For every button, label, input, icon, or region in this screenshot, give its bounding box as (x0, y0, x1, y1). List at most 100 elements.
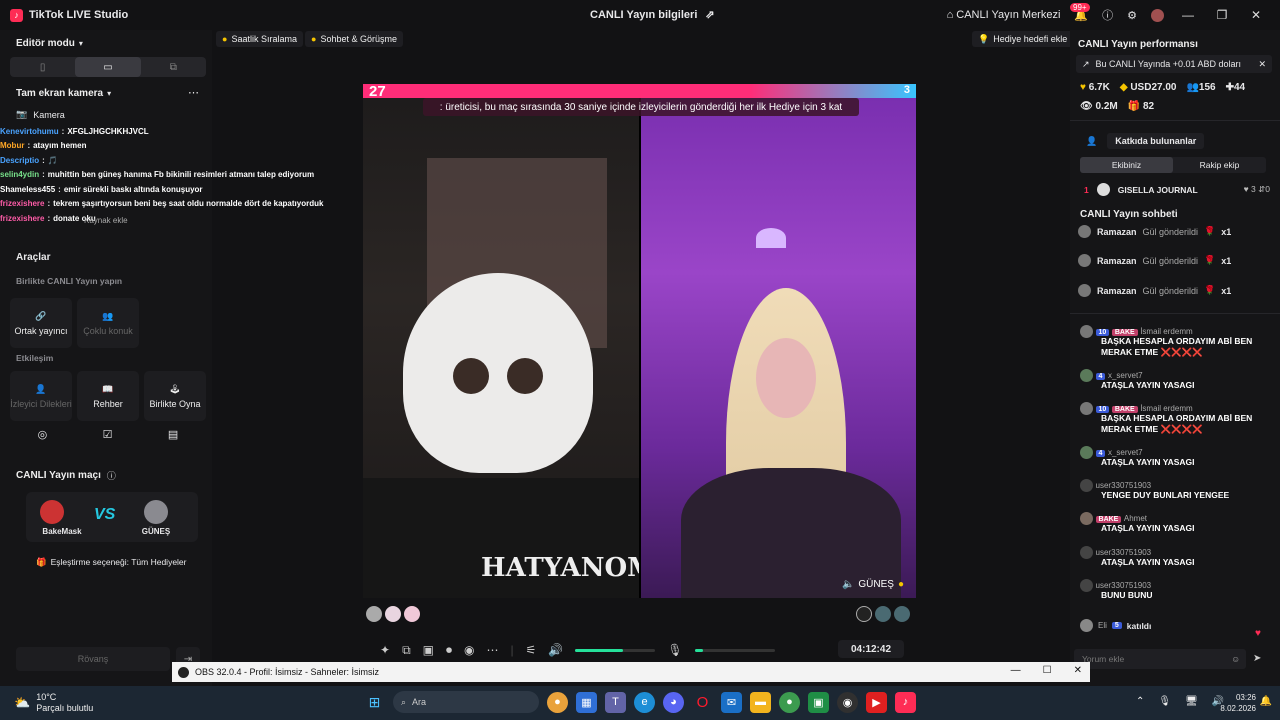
tab-our-team[interactable]: Ekibiniz (1080, 157, 1173, 173)
camera-source-item[interactable]: 📷 Kamera (16, 109, 65, 120)
terminal-icon[interactable]: ▣ (808, 691, 829, 713)
network-icon[interactable]: 🖥 (1185, 696, 1198, 707)
editor-mode-label: Editör modu (16, 38, 75, 49)
emoji-icon[interactable]: ☺ (1231, 654, 1240, 664)
obs-app-icon[interactable]: ◉ (837, 691, 858, 713)
score-right: 3 (903, 84, 910, 96)
chevron-up-icon[interactable]: ⌃ (1136, 696, 1144, 707)
user-settings-icon[interactable]: 👤 (1086, 136, 1097, 147)
more-options-icon[interactable]: ⋯ (188, 86, 199, 99)
speaker-icon[interactable]: 🔈 (842, 579, 854, 590)
checklist-icon[interactable]: ☑ (103, 428, 113, 452)
help-icon[interactable]: ⓘ (1102, 7, 1113, 23)
chat-message[interactable]: 10 BAKE İsmail erdemm BAŞKA HESAPLA ORDA… (1080, 325, 1266, 358)
landscape-mode-icon[interactable]: ▭ (75, 57, 141, 77)
notifications-icon[interactable]: 🔔 (1260, 696, 1272, 707)
earnings-promo[interactable]: ↗ Bu CANLI Yayında +0.01 ABD doları ✕ (1076, 55, 1272, 73)
volume-icon[interactable]: 🔊 (548, 643, 563, 657)
minimize-button[interactable]: — (1178, 8, 1198, 22)
obs-window-titlebar[interactable]: OBS 32.0.4 - Profil: İsimsiz - Sahneler:… (172, 662, 1090, 682)
record-icon[interactable]: ⏺ (446, 643, 452, 658)
mic-slider[interactable] (694, 648, 775, 652)
play-together-button[interactable]: 🕹 Birlikte Oyna (144, 371, 206, 421)
gift-goal-chip[interactable]: 💡 Hediye hedefi ekle (972, 31, 1074, 47)
tiktok-app-icon[interactable]: ♪ (895, 691, 916, 713)
chrome-profile-icon[interactable]: ● (779, 691, 800, 713)
chat-message[interactable]: 4 x_servet7 ATAŞLA YAYIN YASAGI (1080, 369, 1266, 391)
teams-icon[interactable]: T (605, 691, 626, 713)
obs-close-button[interactable]: ✕ (1074, 665, 1082, 676)
file-explorer-icon[interactable]: ▬ (750, 691, 771, 713)
chat-message[interactable]: user330751903 YENGE DUY BUNLARI YENGEE (1080, 479, 1266, 501)
obs-title: OBS 32.0.4 - Profil: İsimsiz - Sahneler:… (195, 667, 380, 677)
camera-switch-icon[interactable]: ◉ (464, 643, 474, 657)
chat-message[interactable]: user330751903 BUNU BUNU (1080, 579, 1266, 601)
cohost-button[interactable]: 🔗 Ortak yayıncı (10, 298, 72, 348)
inbox-icon[interactable]: ▤ (168, 428, 178, 452)
contributors-row[interactable]: 👤 Katkıda bulunanlar (1086, 133, 1205, 149)
start-windows-icon[interactable]: ⊞ (364, 692, 385, 713)
supporter-avatar[interactable] (856, 606, 872, 622)
send-icon[interactable]: ➤ (1253, 653, 1261, 664)
microphone-icon[interactable]: 🎙 (1158, 696, 1171, 707)
orientation-switch[interactable]: ▯ ▭ ⧉ (10, 57, 206, 77)
live-center-button[interactable]: ⌂ CANLI Yayın Merkezi (947, 9, 1061, 21)
supporter-avatar[interactable] (385, 606, 401, 622)
microphone-icon[interactable]: 🎙 (667, 643, 682, 657)
target-icon[interactable]: ◎ (38, 428, 48, 452)
supporter-avatar[interactable] (366, 606, 382, 622)
live-preview[interactable]: HATYANOM 🔈 GÜNEŞ ● 27 3 : üreticisi, bu … (363, 84, 916, 598)
screen-icon[interactable]: ▣ (423, 643, 434, 657)
editor-mode-dropdown[interactable]: Editör modu ▾ (16, 38, 83, 49)
obs-maximize-button[interactable]: ☐ (1043, 665, 1052, 676)
settings-gear-icon[interactable]: ⚙ (1127, 9, 1137, 22)
chat-message[interactable]: 10 BAKE İsmail erdemm BAŞKA HESAPLA ORDA… (1080, 402, 1266, 435)
volume-fill (575, 648, 624, 652)
chat-message[interactable]: user330751903 ATAŞLA YAYIN YASAGI (1080, 546, 1266, 568)
rematch-button[interactable]: Rövanş (16, 647, 170, 671)
comment-input[interactable]: Yorum ekle ☺ (1074, 649, 1246, 669)
match-card[interactable]: BakeMask VS GÜNEŞ (26, 492, 198, 542)
top-contributor-row[interactable]: 1 GISELLA JOURNAL ♥ 3 ⇵0 (1084, 183, 1270, 196)
layout-icon[interactable]: ⧉ (402, 643, 411, 658)
supporter-avatar[interactable] (875, 606, 891, 622)
discord-icon[interactable]: ◕ (663, 691, 684, 713)
edge-icon[interactable]: e (634, 691, 655, 713)
chat-call-chip[interactable]: ● Sohbet & Görüşme (305, 31, 403, 47)
taskbar-search[interactable]: ⌕ Ara (393, 691, 539, 713)
sliders-icon[interactable]: ⚟ (526, 643, 537, 657)
level-badge: 5 (1111, 622, 1122, 629)
rotate-mode-icon[interactable]: ⧉ (141, 57, 206, 77)
supporter-avatar[interactable] (894, 606, 910, 622)
match-option[interactable]: 🎁 Eşleştirme seçeneği: Tüm Hediyeler (36, 557, 187, 568)
hourly-ranking-chip[interactable]: ● Saatlik Sıralama (216, 31, 303, 47)
viewer-requests-button[interactable]: 👤 İzleyici Dilekleri (10, 371, 72, 421)
profile-avatar[interactable] (1151, 8, 1164, 22)
system-clock[interactable]: 03:26 8.02.2026 (1220, 692, 1256, 714)
supporter-avatar[interactable] (404, 606, 420, 622)
volume-slider[interactable] (575, 648, 656, 652)
left-supporters (366, 606, 420, 622)
obs-minimize-button[interactable]: — (1011, 665, 1021, 676)
tab-opponent-team[interactable]: Rakip ekip (1173, 157, 1266, 173)
more-icon[interactable]: ⋯ (486, 643, 498, 657)
weather-widget[interactable]: ⛅ 10°C Parçalı bulutlu (14, 692, 93, 714)
camera-section-dropdown[interactable]: Tam ekran kamera ▾ (16, 88, 111, 99)
chrome-icon[interactable]: ● (547, 691, 568, 713)
store-icon[interactable]: ▦ (576, 691, 597, 713)
guide-button[interactable]: 📖 Rehber (77, 371, 139, 421)
youtube-icon[interactable]: ▶ (866, 691, 887, 713)
portrait-mode-icon[interactable]: ▯ (10, 57, 75, 77)
close-icon[interactable]: ✕ (1258, 59, 1266, 70)
live-info-button[interactable]: CANLI Yayın bilgileri ⇗ (590, 8, 715, 22)
maximize-button[interactable]: ❐ (1212, 8, 1232, 22)
contributors-button[interactable]: Katkıda bulunanlar (1107, 133, 1205, 149)
help-icon[interactable]: ⓘ (107, 469, 116, 482)
mail-icon[interactable]: ✉ (721, 691, 742, 713)
opera-icon[interactable]: O (692, 692, 713, 713)
chat-message[interactable]: 4 x_servet7 ATAŞLA YAYIN YASAGI (1080, 446, 1266, 468)
close-button[interactable]: ✕ (1246, 8, 1266, 22)
multi-guest-button[interactable]: 👥 Çoklu konuk (77, 298, 139, 348)
chat-message[interactable]: BAKE Ahmet ATAŞLA YAYIN YASAGI (1080, 512, 1266, 534)
magic-wand-icon[interactable]: ✦ (380, 643, 390, 657)
